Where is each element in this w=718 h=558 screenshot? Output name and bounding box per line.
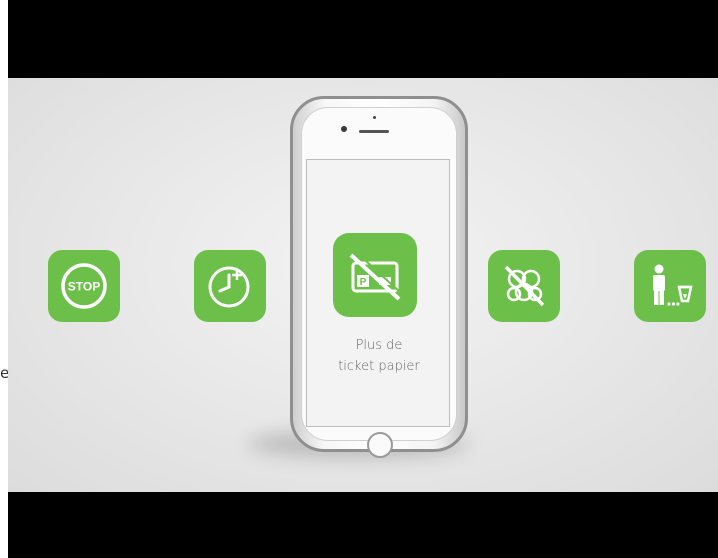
- caption-line-1: Plus de: [355, 338, 403, 353]
- no-paper-ticket-icon: P: [333, 233, 417, 317]
- phone-speaker: [359, 130, 389, 133]
- phone-camera: [341, 126, 347, 132]
- phone-screen: P Plus de ticket papier: [306, 159, 450, 427]
- video-frame[interactable]: STOP P Plus de ticket papier: [8, 0, 718, 558]
- no-coins-icon: [488, 250, 560, 322]
- caption-line-2: ticket papier: [338, 359, 420, 374]
- stop-sign-icon: STOP: [48, 250, 120, 322]
- stop-sign-label: STOP: [68, 280, 100, 294]
- screen-caption: Plus de ticket papier: [307, 335, 451, 377]
- person-trash-bin-icon: [634, 250, 706, 322]
- clock-add-time-icon: [194, 250, 266, 322]
- phone-sensor: [373, 116, 376, 119]
- smartphone: P Plus de ticket papier: [290, 96, 468, 458]
- phone-home-button: [367, 432, 393, 458]
- video-scene: STOP P Plus de ticket papier: [8, 78, 718, 492]
- svg-text:P: P: [360, 277, 367, 288]
